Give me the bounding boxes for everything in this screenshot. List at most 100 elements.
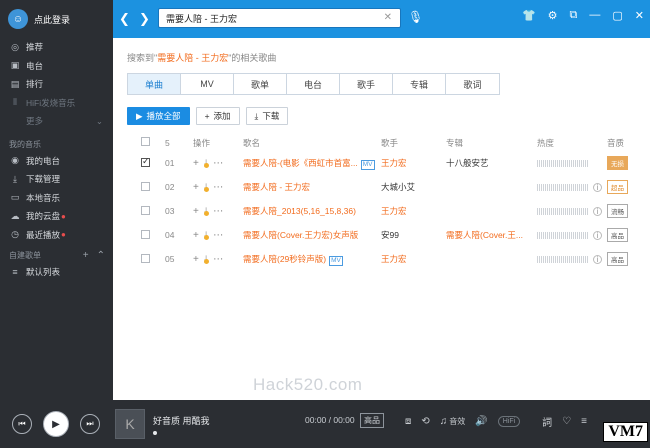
row-checkbox[interactable] <box>141 229 165 241</box>
tab-mv[interactable]: MV <box>181 74 234 94</box>
search-input[interactable]: 需要人陪 - 王力宏 ✕ <box>158 8 401 28</box>
forward-icon[interactable]: ❯ <box>139 11 150 27</box>
add-icon[interactable]: + <box>83 250 89 261</box>
singer-link[interactable]: 大城小艾 <box>381 181 446 193</box>
song-title[interactable]: 需要人陪_2013(5,16_15,8,36) <box>243 206 356 216</box>
previous-button[interactable]: ⏮ <box>12 414 32 434</box>
quality-selector[interactable]: 高品 <box>360 413 384 428</box>
microphone-icon[interactable]: 🎙 <box>408 10 423 24</box>
tab-lyrics[interactable]: 歌词 <box>446 74 499 94</box>
lyrics-icon[interactable]: 詞 <box>542 414 552 429</box>
avatar[interactable]: ☺ <box>8 9 28 29</box>
row-checkbox[interactable] <box>141 181 165 193</box>
playlist-icon[interactable]: ≡ <box>581 416 587 427</box>
info-icon[interactable]: i <box>593 254 602 264</box>
row-checkbox[interactable] <box>141 205 165 217</box>
more-icon[interactable]: ⋯ <box>213 182 223 193</box>
maximize-icon[interactable]: ▢ <box>612 9 622 22</box>
song-title[interactable]: 需要人陪(29秒铃声版) <box>243 254 326 264</box>
tab-playlists[interactable]: 歌单 <box>234 74 287 94</box>
download-icon[interactable]: ⤓ <box>204 230 210 241</box>
sidebar-item-recommend[interactable]: ◎ 推荐 <box>0 38 113 57</box>
add-icon[interactable]: + <box>193 206 199 217</box>
sidebar-item-ranking[interactable]: ▤ 排行 <box>0 75 113 94</box>
download-icon[interactable]: ⤓ <box>204 206 210 217</box>
song-name[interactable]: 需要人陪(Cover.王力宏)女声版 <box>243 229 381 241</box>
table-row[interactable]: 01 + ⤓⋯ 需要人陪-(电影《西虹市首富...MV 王力宏 十八般安艺 无损 <box>141 151 636 175</box>
close-icon[interactable]: ✕ <box>635 9 644 22</box>
play-all-button[interactable]: ▶ 播放全部 <box>127 107 190 125</box>
mini-mode-icon[interactable]: ⧉ <box>570 9 578 22</box>
song-name[interactable]: 需要人陪-(电影《西虹市首富... MV <box>243 157 381 170</box>
play-button[interactable]: ▶ <box>43 411 69 437</box>
more-icon[interactable]: ⋯ <box>213 254 223 265</box>
col-album[interactable]: 专辑 <box>446 137 537 149</box>
next-button[interactable]: ⏭ <box>80 414 100 434</box>
info-icon[interactable]: i <box>593 182 602 192</box>
table-row[interactable]: 05 + ⤓ ⋯ 需要人陪(29秒铃声版) MV 王力宏 i 高品 <box>141 247 636 271</box>
sidebar-item-hifi[interactable]: ⫴ HiFi发烧音乐 <box>0 94 113 113</box>
add-icon[interactable]: + <box>193 158 199 169</box>
singer-link[interactable]: 王力宏 <box>381 253 446 265</box>
song-name[interactable]: 需要人陪_2013(5,16_15,8,36) <box>243 205 381 217</box>
row-checkbox[interactable] <box>141 156 165 169</box>
song-name[interactable]: 需要人陪(29秒铃声版) MV <box>243 253 381 266</box>
add-icon[interactable]: + <box>193 230 199 241</box>
download-icon[interactable]: ⤓ <box>204 254 210 265</box>
more-icon[interactable]: ⋯ <box>213 158 223 169</box>
back-icon[interactable]: ❮ <box>119 11 130 27</box>
download-icon[interactable]: ⤓ <box>204 158 210 169</box>
download-button[interactable]: ⤓ 下载 <box>245 107 289 125</box>
album-link[interactable]: 需要人陪(Cover.王... <box>446 229 537 241</box>
table-row[interactable]: 03 + ⤓ ⋯ 需要人陪_2013(5,16_15,8,36) 王力宏 i 流畅 <box>141 199 636 223</box>
volume-icon[interactable]: 🔊 <box>475 416 487 427</box>
login-area[interactable]: ☺ 点此登录 <box>8 9 70 29</box>
more-icon[interactable]: ⋯ <box>213 230 223 241</box>
gear-icon[interactable]: ⚙ <box>548 9 558 22</box>
hifi-toggle[interactable]: HiFi <box>497 416 521 427</box>
add-icon[interactable]: + <box>193 254 199 265</box>
col-heat[interactable]: 热度 <box>537 137 607 149</box>
sidebar-item-cloud[interactable]: ☁ 我的云盘 ● <box>0 207 113 226</box>
chevron-up-icon[interactable]: ⌃ <box>97 250 105 261</box>
song-title[interactable]: 需要人陪(Cover.王力宏)女声版 <box>243 230 358 240</box>
effect-label[interactable]: 音效 <box>449 416 465 427</box>
select-all-checkbox[interactable] <box>141 137 165 148</box>
sidebar-item-default-list[interactable]: ≡ 默认列表 <box>0 263 113 282</box>
heart-icon[interactable]: ♡ <box>562 416 571 427</box>
skin-icon[interactable]: 👕 <box>522 9 536 22</box>
sidebar-item-more[interactable]: 更多 ⌄ <box>0 112 113 131</box>
tab-albums[interactable]: 专辑 <box>393 74 446 94</box>
tab-artists[interactable]: 歌手 <box>340 74 393 94</box>
progress-handle[interactable] <box>153 431 157 435</box>
minimize-icon[interactable]: — <box>589 9 600 22</box>
tab-songs[interactable]: 单曲 <box>128 74 181 94</box>
col-singer[interactable]: 歌手 <box>381 137 446 149</box>
screen-icon[interactable]: ⧈ <box>405 416 411 427</box>
sidebar-item-recent[interactable]: ◷ 最近播放 ● <box>0 226 113 245</box>
table-row[interactable]: 04 + ⤓ ⋯ 需要人陪(Cover.王力宏)女声版 安99 需要人陪(Cover… <box>141 223 636 247</box>
sidebar-item-local-music[interactable]: ▭ 本地音乐 <box>0 189 113 208</box>
tab-radio[interactable]: 电台 <box>287 74 340 94</box>
song-name[interactable]: 需要人陪 - 王力宏 <box>243 181 381 193</box>
row-checkbox[interactable] <box>141 253 165 265</box>
mv-badge[interactable]: MV <box>329 255 343 266</box>
login-link[interactable]: 点此登录 <box>34 13 70 26</box>
song-title[interactable]: 需要人陪-(电影《西虹市首富... <box>243 158 358 168</box>
table-row[interactable]: 02 + ⤓ ⋯ 需要人陪 - 王力宏 大城小艾 i 超品 <box>141 175 636 199</box>
info-icon[interactable]: i <box>593 230 602 240</box>
mv-badge[interactable]: MV <box>360 159 375 170</box>
loop-icon[interactable]: ⟲ <box>421 416 429 427</box>
add-button[interactable]: + 添加 <box>195 107 240 125</box>
col-name[interactable]: 歌名 <box>243 137 381 149</box>
album-link[interactable]: 十八般安艺 <box>446 157 537 169</box>
sidebar-item-my-radio[interactable]: ◉ 我的电台 <box>0 152 113 171</box>
note-icon[interactable]: ♫ <box>440 416 448 427</box>
download-icon[interactable]: ⤓ <box>204 182 210 193</box>
singer-link[interactable]: 王力宏 <box>381 157 446 169</box>
add-icon[interactable]: + <box>193 182 199 193</box>
info-icon[interactable]: i <box>593 206 602 216</box>
clear-search-icon[interactable]: ✕ <box>384 12 392 23</box>
sidebar-item-radio[interactable]: ▣ 电台 <box>0 57 113 76</box>
singer-link[interactable]: 安99 <box>381 229 446 241</box>
